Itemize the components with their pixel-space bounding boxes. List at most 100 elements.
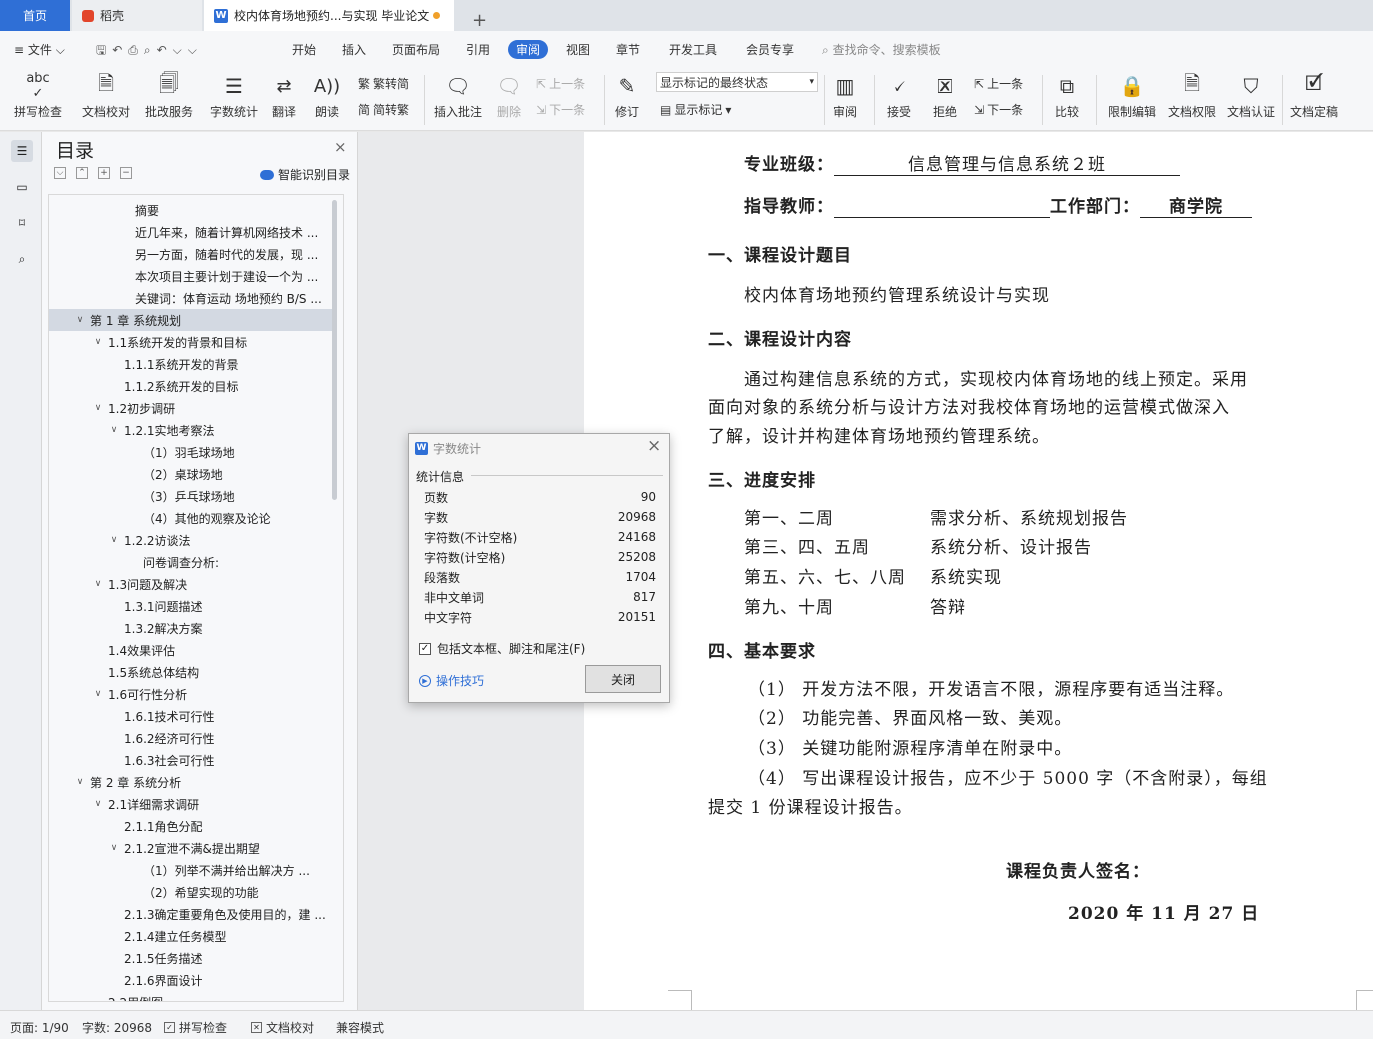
restrict-edit-button[interactable]: 🔒 限制编辑 <box>1106 71 1158 120</box>
toc-item[interactable]: 摘要 <box>49 199 334 221</box>
toc-item[interactable]: ∨ 1.6可行性分析 <box>49 683 334 705</box>
spellcheck-button[interactable]: abc ✓ 拼写检查 <box>10 71 66 120</box>
tab-home[interactable]: 首页 <box>0 0 70 31</box>
toc-item[interactable]: （3）乒乓球场地 <box>49 485 334 507</box>
show-markup-button[interactable]: ▤ 显示标记 ▾ <box>660 101 731 118</box>
chevron-down-icon[interactable]: ∨ <box>91 689 105 699</box>
toc-item[interactable]: 问卷调查分析: <box>49 551 334 573</box>
doc-permission-button[interactable]: 🗎 文档权限 <box>1166 71 1218 120</box>
status-spellcheck[interactable]: ✓ 拼写检查 <box>164 1019 227 1036</box>
toc-item[interactable]: 2.1.6界面设计 <box>49 969 334 991</box>
to-traditional-button[interactable]: 繁繁转简 <box>358 75 409 92</box>
command-search[interactable]: ⌕ 查找命令、搜索模板 <box>822 41 941 58</box>
delete-comment-button[interactable]: 🗨 删除 <box>492 71 526 120</box>
chevron-down-icon[interactable]: ∨ <box>91 403 105 413</box>
toc-item[interactable]: ∨ 2.1详细需求调研 <box>49 793 334 815</box>
include-textbox-checkbox[interactable]: ✓ 包括文本框、脚注和尾注(F) <box>419 640 585 657</box>
toc-item[interactable]: ∨ 第 2 章 系统分析 <box>49 771 334 793</box>
toc-item[interactable]: （1）羽毛球场地 <box>49 441 334 463</box>
chevron-down-icon[interactable]: ∨ <box>91 337 105 347</box>
toc-item[interactable]: 1.1.1系统开发的背景 <box>49 353 334 375</box>
next-comment-button[interactable]: ⇲ 下一条 <box>536 101 585 118</box>
menu-chapter[interactable]: 章节 <box>616 41 640 58</box>
finalize-button[interactable]: 🗹 文档定稿 <box>1288 71 1340 120</box>
chevron-down-icon[interactable]: ∨ <box>91 799 105 809</box>
toc-item[interactable]: 1.3.2解决方案 <box>49 617 334 639</box>
bookmark-icon[interactable]: ⌑ <box>11 212 33 234</box>
collapse-all-icon[interactable]: ⌵ <box>54 167 66 179</box>
accept-button[interactable]: 🗸 接受 <box>882 71 916 120</box>
compare-button[interactable]: ⧉ 比较 <box>1050 71 1084 120</box>
toc-item[interactable]: （2）希望实现的功能 <box>49 881 334 903</box>
toc-item[interactable]: ∨ 1.2.1实地考察法 <box>49 419 334 441</box>
batch-service-button[interactable]: 🗐 批改服务 <box>140 71 198 120</box>
document-page[interactable]: 专业班级： 信息管理与信息系统２班 指导教师： 工作部门： 商学院 一、课程设计题目… <box>584 132 1373 1010</box>
reject-button[interactable]: 🗷 拒绝 <box>928 71 962 120</box>
toc-item[interactable]: 关键词：体育运动 场地预约 B/S ... <box>49 287 334 309</box>
toc-item[interactable]: 2.1.4建立任务模型 <box>49 925 334 947</box>
page-indicator[interactable]: 页面: 1/90 <box>10 1019 69 1036</box>
prev-comment-button[interactable]: ⇱ 上一条 <box>536 75 585 92</box>
menu-reference[interactable]: 引用 <box>466 41 490 58</box>
toc-item[interactable]: 1.3.1问题描述 <box>49 595 334 617</box>
toc-item[interactable]: 本次项目主要计划于建设一个为 ... <box>49 265 334 287</box>
menu-review[interactable]: 审阅 <box>508 40 549 59</box>
chevron-down-icon[interactable]: ∨ <box>107 535 121 545</box>
close-button[interactable]: 关闭 <box>585 665 661 693</box>
word-count-indicator[interactable]: 字数: 20968 <box>82 1019 152 1036</box>
expand-up-icon[interactable]: ⌃ <box>76 167 88 179</box>
toc-item[interactable]: 近几年来，随着计算机网络技术 ... <box>49 221 334 243</box>
tab-daoke[interactable]: 稻壳 <box>72 0 202 31</box>
toc-item[interactable]: ∨ 1.1系统开发的背景和目标 <box>49 331 334 353</box>
toc-item[interactable]: 2.2用例图 <box>49 991 334 1002</box>
toc-scrollbar[interactable] <box>332 200 337 500</box>
toc-item[interactable]: ∨ 2.1.2宣泄不满&提出期望 <box>49 837 334 859</box>
menu-layout[interactable]: 页面布局 <box>392 41 440 58</box>
doc-proof-button[interactable]: 🗎 文档校对 <box>80 71 132 120</box>
add-item-icon[interactable]: + <box>98 167 110 179</box>
toc-item[interactable]: ∨ 1.3问题及解决 <box>49 573 334 595</box>
wordcount-button[interactable]: ☰ 字数统计 <box>208 71 260 120</box>
smart-toc-button[interactable]: 智能识别目录 <box>260 166 350 183</box>
markup-state-select[interactable]: 显示标记的最终状态 ▾ <box>656 72 818 92</box>
chevron-down-icon[interactable]: ∨ <box>73 777 87 787</box>
toc-item[interactable]: 2.1.3确定重要角色及使用目的，建 ... <box>49 903 334 925</box>
toc-item[interactable]: （1）列举不满并给出解决方 ... <box>49 859 334 881</box>
toc-item[interactable]: 1.6.1技术可行性 <box>49 705 334 727</box>
toc-item[interactable]: 2.1.1角色分配 <box>49 815 334 837</box>
review-pane-button[interactable]: ▥ 审阅 <box>828 71 862 120</box>
next-change-button[interactable]: ⇲ 下一条 <box>974 101 1023 118</box>
menu-insert[interactable]: 插入 <box>342 41 366 58</box>
revise-button[interactable]: ✎ 修订 <box>610 71 644 120</box>
chevron-down-icon[interactable]: ∨ <box>107 425 121 435</box>
toc-item[interactable]: 另一方面，随着时代的发展，现 ... <box>49 243 334 265</box>
toc-panel-icon[interactable]: ☰ <box>11 140 33 162</box>
toc-item[interactable]: 2.1.5任务描述 <box>49 947 334 969</box>
file-menu[interactable]: ≡ 文件 ⌵ <box>14 41 65 58</box>
toc-item[interactable]: ∨ 第 1 章 系统规划 <box>49 309 334 331</box>
toc-item[interactable]: 1.4效果评估 <box>49 639 334 661</box>
toc-item[interactable]: ∨ 1.2初步调研 <box>49 397 334 419</box>
close-icon[interactable]: × <box>647 436 661 456</box>
to-simplified-button[interactable]: 简简转繁 <box>358 101 409 118</box>
chevron-down-icon[interactable]: ∨ <box>91 579 105 589</box>
toc-item[interactable]: （2）桌球场地 <box>49 463 334 485</box>
toc-item[interactable]: 1.6.3社会可行性 <box>49 749 334 771</box>
tips-link[interactable]: ▶ 操作技巧 <box>419 672 484 689</box>
menu-member[interactable]: 会员专享 <box>746 41 794 58</box>
insert-comment-button[interactable]: 🗨 插入批注 <box>432 71 484 120</box>
status-doc-proof[interactable]: ✕ 文档校对 <box>251 1019 314 1036</box>
translate-button[interactable]: ⇄ 翻译 <box>268 71 300 120</box>
search-icon[interactable]: ⌕ <box>11 248 33 270</box>
toc-item[interactable]: 1.1.2系统开发的目标 <box>49 375 334 397</box>
chevron-down-icon[interactable]: ∨ <box>73 315 87 325</box>
menu-view[interactable]: 视图 <box>566 41 590 58</box>
doc-certify-button[interactable]: ⛉ 文档认证 <box>1224 71 1278 120</box>
toc-item[interactable]: 1.5系统总体结构 <box>49 661 334 683</box>
toc-item[interactable]: ∨ 1.2.2访谈法 <box>49 529 334 551</box>
remove-item-icon[interactable]: − <box>120 167 132 179</box>
read-aloud-button[interactable]: A)) 朗读 <box>312 71 342 120</box>
prev-change-button[interactable]: ⇱ 上一条 <box>974 75 1023 92</box>
tab-document[interactable]: W 校内体育场地预约...与实现 毕业论文 <box>204 0 454 31</box>
chapter-nav-icon[interactable]: ▭ <box>11 176 33 198</box>
